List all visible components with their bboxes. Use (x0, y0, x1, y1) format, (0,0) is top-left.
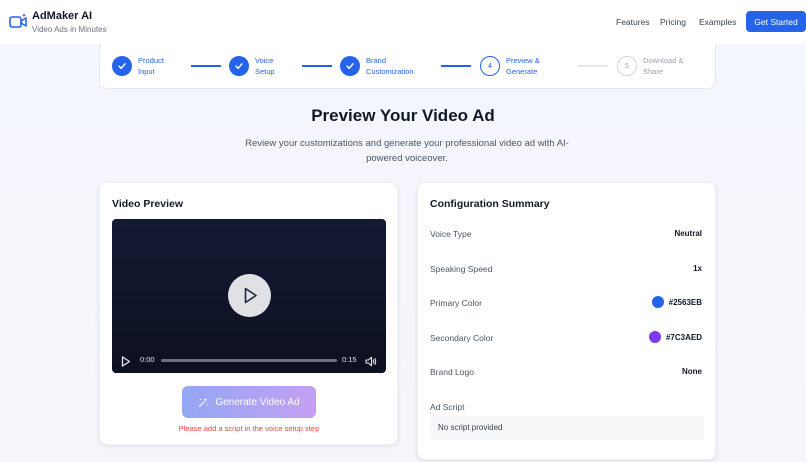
step-3-complete[interactable] (340, 56, 360, 76)
step-connector (191, 65, 221, 67)
configuration-summary-card: Configuration Summary Voice Type Neutral… (417, 182, 716, 460)
check-icon (235, 63, 243, 70)
secondary-color-hex: #7C3AED (665, 332, 702, 342)
check-icon (118, 63, 126, 70)
play-button[interactable] (121, 354, 131, 372)
secondary-color-swatch (648, 331, 661, 343)
nav-link-features[interactable]: Features (616, 17, 650, 27)
voice-type-text: Neutral (674, 229, 702, 238)
step-connector (578, 65, 608, 67)
voice-type-label: Voice Type (430, 229, 472, 239)
get-started-button[interactable]: Get Started (746, 11, 806, 32)
video-camera-icon (9, 12, 29, 30)
step-4-label: Preview & Generate (506, 56, 540, 77)
ad-script-label: Ad Script (430, 402, 465, 412)
step-5-label: Download & Share (643, 56, 683, 77)
voice-type-value: Neutral (674, 229, 702, 238)
secondary-color-value: #7C3AED (648, 331, 702, 343)
speaking-speed-text: 1x (693, 264, 702, 273)
generate-video-button[interactable]: Generate Video Ad (182, 386, 316, 418)
ad-script-box: No script provided (430, 416, 704, 440)
primary-color-label: Primary Color (430, 298, 482, 308)
step-3-label: Brand Customization (366, 56, 414, 77)
play-icon (121, 356, 131, 367)
play-icon (244, 287, 257, 304)
volume-icon (365, 356, 377, 367)
brand-logo-label: Brand Logo (430, 367, 474, 377)
sparkle-wand-icon (199, 397, 209, 407)
step-4-label-line1: Preview & (506, 56, 540, 65)
play-overlay-button[interactable] (228, 274, 271, 317)
speaking-speed-value: 1x (693, 264, 702, 273)
video-player[interactable]: 0:00 0:15 (112, 219, 386, 373)
step-connector (302, 65, 332, 67)
page-title: Preview Your Video Ad (311, 106, 495, 125)
step-2-label-line1: Voice (255, 56, 274, 65)
seek-bar[interactable] (161, 359, 337, 362)
video-preview-title: Video Preview (112, 198, 184, 210)
step-3-label-line2: Customization (366, 66, 414, 76)
step-2-label: Voice Setup (255, 56, 275, 77)
secondary-color-label: Secondary Color (430, 333, 494, 343)
primary-color-value: #2563EB (651, 296, 702, 308)
step-4-label-line2: Generate (506, 66, 538, 76)
generate-error-message: Please add a script in the voice setup s… (178, 424, 320, 433)
step-3-label-line1: Brand (366, 56, 387, 65)
duration: 0:15 (342, 355, 357, 364)
step-4-current[interactable]: 4 (480, 56, 500, 76)
brand-tagline: Video Ads in Minutes (32, 25, 107, 34)
primary-color-swatch (651, 296, 664, 308)
current-time: 0:00 (140, 355, 155, 364)
step-5-future[interactable]: 5 (617, 56, 637, 76)
nav-link-pricing[interactable]: Pricing (660, 17, 686, 27)
brand-logo-value: None (682, 367, 702, 376)
step-connector (441, 65, 471, 67)
step-5-label-line2: Share (643, 66, 664, 76)
volume-button[interactable] (365, 354, 377, 372)
step-1-label-line1: Product (138, 56, 164, 65)
configuration-summary-title: Configuration Summary (430, 198, 550, 210)
step-1-label-line2: Input (138, 66, 155, 76)
primary-color-hex: #2563EB (668, 297, 702, 307)
progress-stepper: Product Input Voice Setup Brand Customiz… (99, 44, 716, 89)
brand-name: AdMaker AI (32, 10, 93, 22)
brand-logo-text: None (682, 367, 702, 376)
check-icon (346, 63, 354, 70)
page-description: Review your customizations and generate … (245, 138, 569, 164)
video-preview-card: Video Preview 0:00 0:15 Generate Video A… (99, 182, 398, 445)
step-5-label-line1: Download & (643, 56, 684, 65)
step-1-complete[interactable] (112, 56, 132, 76)
nav-link-examples[interactable]: Examples (699, 17, 736, 27)
step-1-label: Product Input (138, 56, 164, 77)
step-2-complete[interactable] (229, 56, 249, 76)
generate-video-label: Generate Video Ad (215, 396, 300, 408)
speaking-speed-label: Speaking Speed (430, 264, 493, 274)
top-navbar: AdMaker AI Video Ads in Minutes Features… (0, 0, 806, 44)
step-2-label-line2: Setup (255, 66, 275, 76)
video-controls: 0:00 0:15 (112, 347, 386, 373)
